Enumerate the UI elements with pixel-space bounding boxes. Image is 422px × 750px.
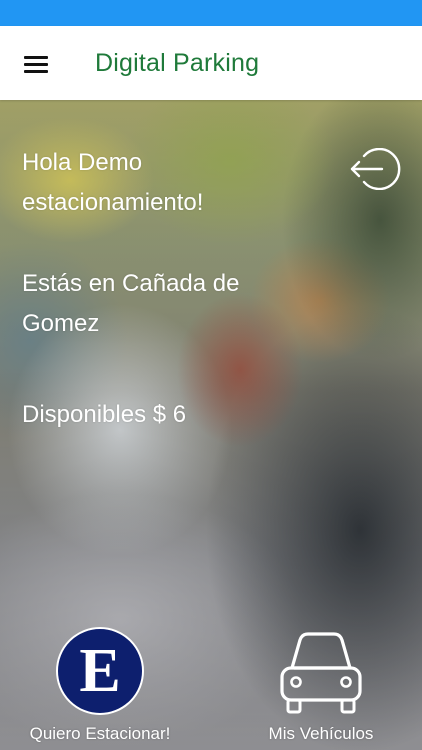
app-bar: Digital Parking <box>0 26 422 100</box>
status-bar <box>0 0 422 26</box>
menu-button[interactable] <box>22 52 52 76</box>
app-title: Digital Parking <box>95 49 260 77</box>
park-now-button[interactable]: E Quiero Estacionar! <box>5 626 195 750</box>
logo-letter: E <box>79 637 121 705</box>
park-now-label: Quiero Estacionar! <box>29 724 171 743</box>
balance-text: Disponibles $ 6 <box>22 401 187 428</box>
my-vehicles-label: Mis Vehículos <box>268 724 374 743</box>
estacionamiento-logo: E <box>56 627 144 715</box>
greeting-text: Hola Demo estacionamiento! <box>22 149 204 216</box>
logout-button[interactable] <box>348 147 402 191</box>
location-text: Estás en Cañada de Gomez <box>22 270 240 337</box>
car-icon <box>280 632 362 714</box>
my-vehicles-button[interactable]: Mis Vehículos <box>226 626 416 750</box>
logout-icon <box>350 147 401 191</box>
